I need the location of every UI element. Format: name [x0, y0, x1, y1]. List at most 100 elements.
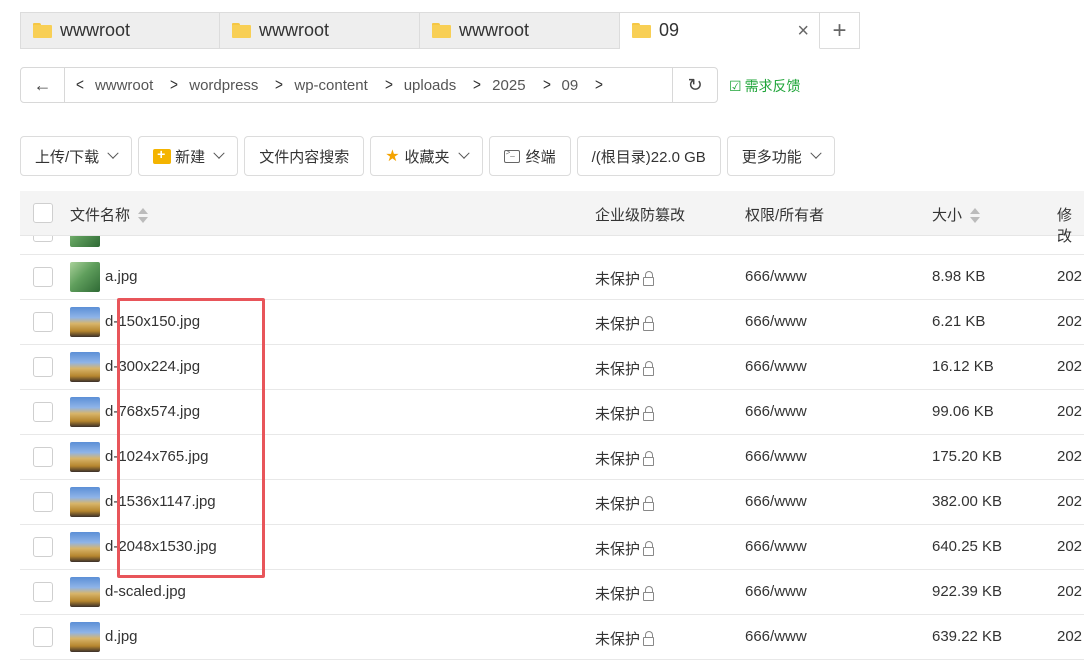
refresh-button[interactable]: ↻	[673, 68, 717, 102]
table-row[interactable]: d-300x224.jpg 未保护 666/www 16.12 KB 202	[20, 345, 1084, 390]
unlock-icon[interactable]	[643, 495, 655, 511]
protection-status[interactable]: 未保护	[595, 538, 655, 559]
new-button[interactable]: 新建	[138, 136, 239, 176]
tab-09-active[interactable]: 09 ×	[620, 12, 820, 49]
table-row[interactable]: d-scaled.jpg 未保护 666/www 922.39 KB 202	[20, 570, 1084, 615]
row-checkbox[interactable]	[33, 402, 53, 422]
table-row[interactable]: d-2048x1530.jpg 未保护 666/www 640.25 KB 202	[20, 525, 1084, 570]
protection-status[interactable]: 未保护	[595, 583, 655, 604]
protection-status[interactable]: 未保护	[595, 268, 655, 289]
file-name[interactable]: d-scaled.jpg	[105, 583, 186, 600]
protection-status[interactable]: 未保护	[595, 403, 655, 424]
row-checkbox[interactable]	[33, 312, 53, 332]
feedback-link[interactable]: ☑ 需求反馈	[729, 76, 801, 96]
chevron-right-icon[interactable]: >	[170, 75, 178, 95]
chevron-right-icon[interactable]: >	[385, 75, 393, 95]
select-all-checkbox[interactable]	[33, 203, 53, 223]
unlock-icon[interactable]	[643, 585, 655, 601]
unlock-icon[interactable]	[643, 405, 655, 421]
chevron-right-icon[interactable]: >	[543, 75, 551, 95]
chevron-left-icon[interactable]: <	[76, 75, 84, 95]
file-name[interactable]: d-2048x1530.jpg	[105, 538, 217, 555]
permission-owner[interactable]: 666/www	[745, 493, 807, 510]
protection-status[interactable]: 未保护	[595, 448, 655, 469]
file-name[interactable]: d-1024x765.jpg	[105, 448, 208, 465]
table-row[interactable]: d-1024x765.jpg 未保护 666/www 175.20 KB 202	[20, 435, 1084, 480]
image-thumbnail	[70, 352, 100, 382]
table-row-partial[interactable]	[20, 236, 1084, 255]
permission-owner[interactable]: 666/www	[745, 538, 807, 555]
modified-time: 202	[1057, 448, 1083, 465]
row-checkbox[interactable]	[33, 492, 53, 512]
breadcrumb-item-uploads[interactable]: uploads	[404, 77, 457, 94]
file-name[interactable]: d-300x224.jpg	[105, 358, 200, 375]
permission-owner[interactable]: 666/www	[745, 448, 807, 465]
permission-owner[interactable]: 666/www	[745, 583, 807, 600]
favorites-button[interactable]: ★ 收藏夹	[370, 136, 483, 176]
unlock-icon[interactable]	[643, 360, 655, 376]
sort-icon[interactable]	[970, 208, 981, 224]
tab-wwwroot-1[interactable]: wwwroot	[20, 12, 220, 49]
row-checkbox[interactable]	[33, 236, 53, 242]
unlock-icon[interactable]	[643, 315, 655, 331]
column-header-name[interactable]: 文件名称	[70, 204, 149, 225]
breadcrumb-item-wp-content[interactable]: wp-content	[294, 77, 367, 94]
row-checkbox[interactable]	[33, 357, 53, 377]
table-row[interactable]: a.jpg 未保护 666/www 8.98 KB 202	[20, 255, 1084, 300]
modified-time: 202	[1057, 538, 1083, 555]
row-checkbox[interactable]	[33, 627, 53, 647]
table-row[interactable]: d-768x574.jpg 未保护 666/www 99.06 KB 202	[20, 390, 1084, 435]
row-checkbox[interactable]	[33, 267, 53, 287]
breadcrumb-item-09[interactable]: 09	[561, 77, 578, 94]
breadcrumb-item-wwwroot[interactable]: wwwroot	[95, 77, 153, 94]
back-button[interactable]: ←	[21, 68, 65, 102]
permission-owner[interactable]: 666/www	[745, 358, 807, 375]
terminal-button[interactable]: 终端	[488, 136, 571, 176]
tab-label: wwwroot	[259, 20, 330, 40]
protection-label: 未保护	[595, 586, 641, 603]
permission-owner[interactable]: 666/www	[745, 628, 807, 645]
file-name[interactable]: d-1536x1147.jpg	[105, 493, 216, 510]
protection-status[interactable]: 未保护	[595, 358, 655, 379]
row-checkbox[interactable]	[33, 537, 53, 557]
add-tab-button[interactable]: +	[820, 12, 860, 49]
tab-label: 09	[659, 20, 680, 40]
file-name[interactable]: a.jpg	[105, 268, 138, 285]
unlock-icon[interactable]	[643, 450, 655, 466]
disk-usage-button[interactable]: /(根目录)22.0 GB	[576, 136, 721, 176]
tab-wwwroot-2[interactable]: wwwroot	[220, 12, 420, 49]
table-row[interactable]: d.jpg 未保护 666/www 639.22 KB 202	[20, 615, 1084, 660]
chevron-right-icon[interactable]: >	[275, 75, 283, 95]
file-name[interactable]: d-768x574.jpg	[105, 403, 200, 420]
row-checkbox[interactable]	[33, 582, 53, 602]
table-header: 文件名称 企业级防篡改 权限/所有者 大小 修改	[20, 191, 1084, 245]
table-row[interactable]: d-1536x1147.jpg 未保护 666/www 382.00 KB 202	[20, 480, 1084, 525]
permission-owner[interactable]: 666/www	[745, 313, 807, 330]
row-checkbox[interactable]	[33, 447, 53, 467]
permission-owner[interactable]: 666/www	[745, 403, 807, 420]
breadcrumb-item-2025[interactable]: 2025	[492, 77, 525, 94]
protection-status[interactable]: 未保护	[595, 628, 655, 649]
close-icon[interactable]: ×	[797, 20, 809, 43]
sort-icon[interactable]	[138, 208, 149, 224]
upload-download-button[interactable]: 上传/下载	[20, 136, 133, 176]
content-search-button[interactable]: 文件内容搜索	[244, 136, 365, 176]
protection-status[interactable]: 未保护	[595, 493, 655, 514]
protection-label: 未保护	[595, 316, 641, 333]
column-header-size[interactable]: 大小	[932, 204, 981, 225]
breadcrumb-item-wordpress[interactable]: wordpress	[189, 77, 258, 94]
file-name[interactable]: d.jpg	[105, 628, 138, 645]
chevron-right-icon[interactable]: >	[473, 75, 481, 95]
disk-usage-label: /(根目录)22.0 GB	[591, 148, 706, 166]
file-name[interactable]: d-150x150.jpg	[105, 313, 200, 330]
unlock-icon[interactable]	[643, 270, 655, 286]
unlock-icon[interactable]	[643, 630, 655, 646]
permission-owner[interactable]: 666/www	[745, 268, 807, 285]
unlock-icon[interactable]	[643, 540, 655, 556]
more-functions-button[interactable]: 更多功能	[726, 136, 835, 176]
table-row[interactable]: d-150x150.jpg 未保护 666/www 6.21 KB 202	[20, 300, 1084, 345]
file-size: 6.21 KB	[932, 313, 986, 330]
tab-wwwroot-3[interactable]: wwwroot	[420, 12, 620, 49]
chevron-right-icon[interactable]: >	[595, 75, 603, 95]
protection-status[interactable]: 未保护	[595, 313, 655, 334]
